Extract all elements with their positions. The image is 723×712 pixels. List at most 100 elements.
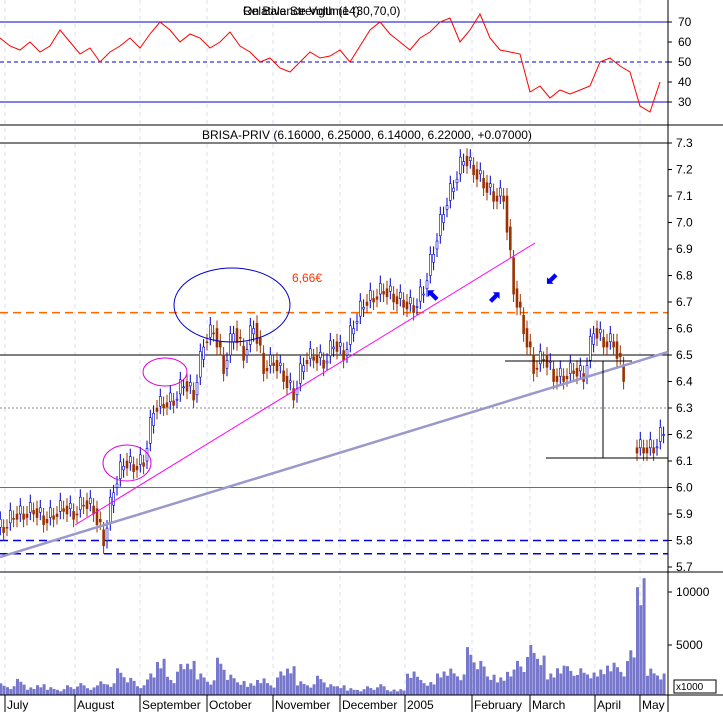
candle-body: [648, 439, 652, 449]
candle-body: [378, 283, 382, 295]
candle-body: [535, 367, 539, 370]
candle-body: [498, 187, 502, 197]
volume-bar: [372, 689, 376, 695]
volume-bar: [626, 661, 629, 695]
price-tick-label: 5.8: [676, 534, 693, 548]
candle-body: [182, 386, 185, 389]
volume-bar: [456, 676, 459, 695]
volume-bar: [116, 668, 119, 695]
month-label: July: [7, 698, 28, 712]
volume-bar: [322, 682, 326, 695]
volume-bar: [612, 662, 616, 695]
candle-body: [45, 518, 49, 524]
volume-bar: [292, 666, 296, 695]
candle-body: [245, 349, 249, 356]
price-tick-label: 6.7: [676, 295, 693, 309]
candle-body: [15, 513, 19, 520]
candle-body: [99, 518, 102, 523]
volume-bar: [416, 676, 419, 695]
candle-body: [215, 328, 219, 348]
volume-bar: [539, 665, 543, 695]
candle-body: [212, 332, 215, 335]
price-tick-label: 6.1: [676, 454, 693, 468]
volume-bar: [402, 690, 406, 695]
rsi-tick-label: 60: [678, 35, 692, 49]
volume-bar: [136, 686, 139, 695]
candle-body: [605, 341, 609, 348]
candle-body: [105, 527, 109, 541]
candle-body: [385, 288, 389, 297]
candle-body: [538, 351, 542, 365]
volume-bar: [469, 654, 473, 695]
candle-body: [348, 325, 352, 345]
candle-body: [285, 375, 289, 388]
volume-bar: [316, 675, 319, 695]
volume-bar: [606, 665, 609, 695]
volume-bar: [182, 669, 186, 695]
volume-bar: [119, 672, 123, 695]
candle-body: [558, 367, 562, 377]
volume-bar: [259, 683, 263, 695]
candle-body: [395, 296, 399, 305]
volume-bar: [489, 679, 493, 695]
candle-body: [5, 526, 9, 529]
candle-body: [552, 368, 555, 382]
candle-body: [332, 346, 335, 350]
volume-bar: [512, 669, 516, 695]
candle-body: [488, 183, 492, 188]
candle-body: [595, 328, 599, 339]
volume-bar: [219, 663, 223, 695]
volume-bar: [662, 673, 666, 695]
volume-bar: [622, 676, 626, 695]
candle-body: [565, 375, 569, 380]
candle-body: [462, 161, 465, 166]
volume-bar: [236, 682, 239, 695]
rsi-tick-label: 40: [678, 75, 692, 89]
arrow-icon: ⬉: [426, 287, 439, 304]
candle-body: [412, 305, 415, 313]
volume-bar: [592, 672, 596, 695]
volume-bar: [99, 681, 103, 695]
stock-chart: July August September October November Decemb…: [0, 0, 723, 712]
volume-bar: [202, 677, 206, 695]
candle-body: [268, 354, 272, 366]
volume-bar: [542, 655, 546, 695]
volume-bar: [352, 689, 356, 695]
candle-body: [192, 390, 195, 401]
candle-body: [132, 464, 135, 472]
candle-body: [82, 504, 85, 507]
volume-bar: [479, 660, 483, 695]
candle-body: [48, 507, 52, 518]
candle-body: [152, 412, 155, 426]
candle-body: [598, 329, 602, 334]
volume-bar: [552, 677, 556, 695]
candle-body: [452, 187, 455, 192]
volume-bar: [329, 684, 333, 695]
volume-bar: [466, 647, 469, 695]
volume-bar: [172, 683, 176, 695]
price-tick-label: 5.9: [676, 507, 693, 521]
volume-bar: [396, 691, 399, 695]
candle-body: [142, 462, 145, 467]
candle-body: [42, 515, 45, 525]
candle-body: [388, 285, 392, 292]
candle-body: [72, 511, 75, 520]
candle-body: [612, 341, 615, 348]
price-tick-label: 6.0: [676, 481, 693, 495]
volume-bar: [406, 673, 409, 695]
candle-body: [315, 354, 319, 364]
volume-bar: [349, 688, 353, 695]
candle-body: [169, 392, 172, 403]
price-tick-label: 6.8: [676, 269, 693, 283]
price-tick-label: 6.6: [676, 322, 693, 336]
annotations: ⬉ ⬈ ⬋: [0, 242, 669, 559]
volume-bar: [62, 689, 66, 695]
volume-bar: [199, 673, 203, 695]
candle-body: [455, 178, 459, 184]
volume-bar: [549, 673, 553, 695]
volume-bar: [472, 662, 476, 695]
volume-bar: [92, 687, 96, 695]
volume-bar: [429, 682, 433, 695]
volume-bar: [639, 605, 643, 695]
candle-body: [422, 293, 425, 296]
